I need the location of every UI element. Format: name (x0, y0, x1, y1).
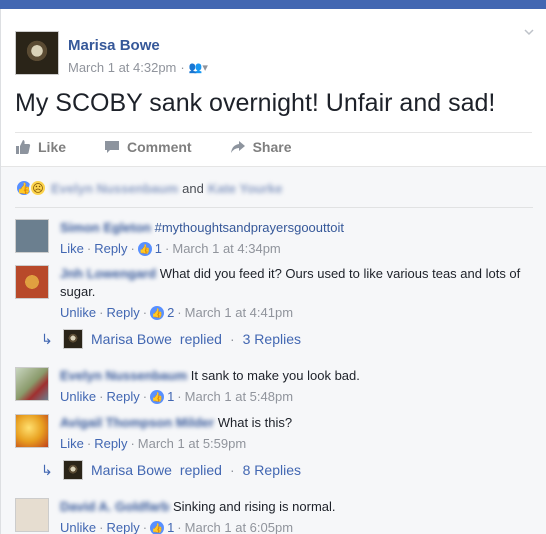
comment-text: It sank to make you look bad. (190, 368, 360, 383)
post-text: My SCOBY sank overnight! Unfair and sad! (15, 89, 496, 117)
comment-text: What is this? (217, 415, 293, 430)
reply-link[interactable]: Reply (94, 240, 127, 258)
reply-avatar (63, 460, 83, 480)
reply-link[interactable]: Reply (106, 519, 139, 534)
reactions-joiner: and (182, 180, 204, 196)
reactor-name[interactable]: Kate Yourke (208, 181, 283, 196)
comment-meta: Like · Reply · March 1 at 5:59pm (60, 435, 247, 453)
share-icon (230, 141, 245, 153)
commenter-avatar[interactable] (15, 367, 49, 401)
like-count-icon: 👍 (150, 306, 165, 320)
chevron-down-icon[interactable] (522, 25, 536, 39)
comment-timestamp[interactable]: March 1 at 6:05pm (185, 519, 293, 534)
commenter-name[interactable]: Jnh Lowengard (60, 266, 156, 281)
commenter-name[interactable]: Evelyn Nussenbaum (60, 368, 187, 383)
sad-reaction-icon: ☹ (29, 179, 47, 197)
comment-timestamp[interactable]: March 1 at 4:41pm (185, 304, 293, 322)
friends-icon[interactable]: 👥▾ (189, 61, 208, 74)
commenter-avatar[interactable] (15, 265, 49, 299)
reply-arrow-icon: ↳ (41, 330, 53, 347)
comment-label: Comment (127, 139, 192, 155)
replies-link[interactable]: ↳ Marisa Bowe replied · 8 Replies (41, 460, 521, 480)
reply-count: 3 Replies (242, 331, 301, 347)
reply-link[interactable]: Reply (106, 388, 139, 406)
share-label: Share (252, 139, 292, 155)
replies-link[interactable]: ↳ Marisa Bowe replied · 3 Replies (41, 329, 521, 349)
like-link[interactable]: Like (60, 240, 84, 258)
comment-meta: Unlike · Reply · 👍 1 · March 1 at 6:05pm (60, 519, 535, 534)
like-button[interactable]: Like (15, 139, 66, 155)
comment-icon (105, 141, 120, 153)
post-meta: March 1 at 4:32pm · 👥▾ (68, 60, 208, 75)
commenter-avatar[interactable] (15, 414, 49, 448)
divider (15, 132, 532, 133)
unlike-link[interactable]: Unlike (60, 304, 96, 322)
comment-meta: Unlike · Reply · 👍 2 · March 1 at 4:41pm (60, 304, 294, 322)
like-label: Like (38, 139, 67, 155)
reply-author: Marisa Bowe (91, 331, 172, 347)
reactions-summary[interactable]: 👍 ☹ Evelyn Nussenbaum and Kate Yourke (15, 179, 287, 197)
comment-button[interactable]: Comment (104, 139, 192, 155)
unlike-link[interactable]: Unlike (60, 388, 96, 406)
comment-timestamp[interactable]: March 1 at 5:59pm (138, 435, 246, 453)
comment-text[interactable]: #mythoughtsandprayersgoouttoit (155, 220, 344, 235)
reply-author: Marisa Bowe (91, 462, 172, 478)
thumbs-up-icon (16, 140, 31, 154)
commenter-name[interactable]: David A. Goldfarb (60, 499, 169, 514)
comment-meta: Like · Reply · 👍 1 · March 1 at 4:34pm (60, 240, 281, 258)
reply-verb: replied (179, 331, 222, 347)
reply-verb: replied (179, 462, 222, 478)
reply-arrow-icon: ↳ (41, 461, 53, 478)
commenter-avatar[interactable] (15, 498, 49, 532)
post-author[interactable]: Marisa Bowe (68, 37, 160, 54)
comments-section: 👍 ☹ Evelyn Nussenbaum and Kate Yourke Si… (1, 166, 546, 534)
post-actions: Like Comment Share (15, 139, 292, 155)
comment-timestamp[interactable]: March 1 at 5:48pm (185, 388, 293, 406)
reply-link[interactable]: Reply (94, 435, 127, 453)
top-bar (0, 0, 546, 9)
like-count[interactable]: 2 (167, 304, 174, 322)
like-count-icon: 👍 (150, 521, 165, 534)
like-count[interactable]: 1 (167, 519, 174, 534)
comment-meta: Unlike · Reply · 👍 1 · March 1 at 5:48pm (60, 388, 294, 406)
commenter-name[interactable]: Simon Egleton (60, 220, 151, 235)
reply-avatar (63, 329, 83, 349)
like-count[interactable]: 1 (167, 388, 174, 406)
reactor-name[interactable]: Evelyn Nussenbaum (51, 181, 178, 196)
comment-text: Sinking and rising is normal. (172, 499, 336, 514)
reply-count: 8 Replies (242, 462, 301, 478)
comment-timestamp[interactable]: March 1 at 4:34pm (172, 240, 280, 258)
share-button[interactable]: Share (230, 139, 292, 155)
post-timestamp[interactable]: March 1 at 4:32pm (68, 60, 176, 75)
like-link[interactable]: Like (60, 435, 84, 453)
commenter-avatar[interactable] (15, 219, 49, 253)
reply-link[interactable]: Reply (106, 304, 139, 322)
author-avatar[interactable] (15, 31, 59, 75)
unlike-link[interactable]: Unlike (60, 519, 96, 534)
like-count[interactable]: 1 (155, 240, 162, 258)
like-count-icon: 👍 (137, 242, 152, 256)
like-count-icon: 👍 (150, 390, 165, 404)
commenter-name[interactable]: Avigail Thompson Milder (60, 415, 214, 430)
post-card: Marisa Bowe March 1 at 4:32pm · 👥▾ My SC… (0, 9, 546, 534)
divider (15, 207, 533, 208)
